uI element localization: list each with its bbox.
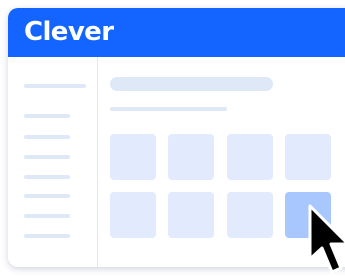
sidebar-item[interactable] (24, 214, 70, 218)
sidebar-item[interactable] (24, 234, 70, 238)
sidebar-item[interactable] (24, 175, 70, 179)
app-tile[interactable] (168, 192, 214, 238)
app-tile[interactable] (227, 134, 273, 180)
sidebar (8, 57, 98, 267)
page-title-placeholder (110, 77, 273, 91)
sidebar-item[interactable] (24, 135, 70, 139)
app-window: Clever (8, 8, 345, 267)
app-tile[interactable] (110, 134, 156, 180)
sidebar-item[interactable] (24, 194, 70, 198)
page-subtitle-placeholder (110, 107, 227, 111)
app-tile[interactable] (168, 134, 214, 180)
app-tile[interactable] (110, 192, 156, 238)
clever-logo[interactable]: Clever (24, 15, 114, 49)
app-header: Clever (8, 8, 345, 57)
sidebar-item[interactable] (24, 155, 70, 159)
screen: Clever (0, 0, 345, 277)
sidebar-item[interactable] (24, 84, 86, 88)
arrow-pointer-icon (308, 204, 345, 274)
app-tile[interactable] (285, 134, 331, 180)
sidebar-item[interactable] (24, 114, 70, 118)
app-tile[interactable] (227, 192, 273, 238)
